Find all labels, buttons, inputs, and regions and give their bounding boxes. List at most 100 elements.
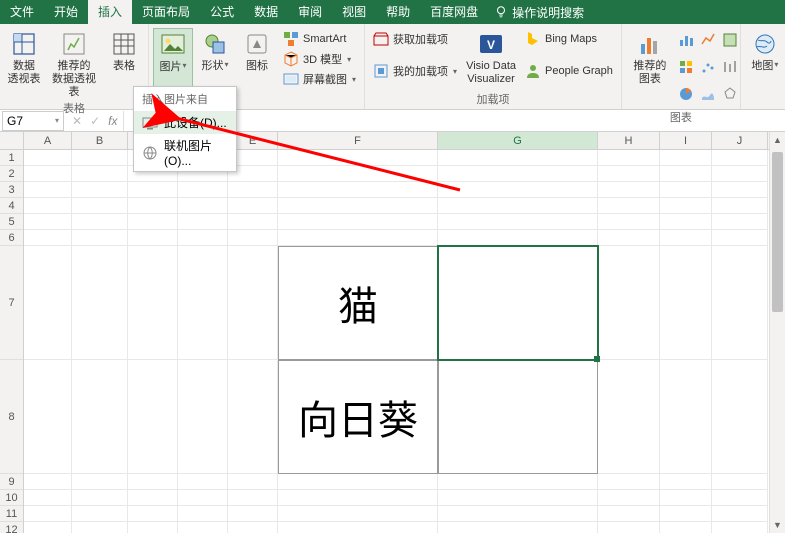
cell[interactable]: [24, 360, 72, 474]
cell[interactable]: [24, 506, 72, 522]
my-addins-button[interactable]: 我的加载项▾: [369, 62, 461, 80]
cell[interactable]: [438, 230, 598, 246]
radar-chart-icon[interactable]: [722, 86, 738, 107]
cell[interactable]: [712, 522, 768, 533]
pivot-table-button[interactable]: 数据 透视表: [4, 28, 44, 86]
cell[interactable]: [712, 490, 768, 506]
cell[interactable]: [72, 198, 128, 214]
cell[interactable]: [278, 230, 438, 246]
cell[interactable]: [438, 246, 598, 360]
visio-visualizer-button[interactable]: V Visio Data Visualizer: [463, 28, 519, 86]
cell[interactable]: [72, 490, 128, 506]
cell[interactable]: [660, 522, 712, 533]
cell[interactable]: [24, 166, 72, 182]
cell[interactable]: [598, 182, 660, 198]
row-header[interactable]: 2: [0, 166, 23, 182]
menu-tab-pagelayout[interactable]: 页面布局: [132, 0, 200, 24]
menu-tab-baidu[interactable]: 百度网盘: [420, 0, 488, 24]
row-header[interactable]: 10: [0, 490, 23, 506]
cell[interactable]: [660, 214, 712, 230]
cell[interactable]: [712, 230, 768, 246]
cell[interactable]: [24, 198, 72, 214]
cell[interactable]: [598, 360, 660, 474]
select-all-corner[interactable]: [0, 132, 24, 149]
tell-me-search[interactable]: 操作说明搜索: [494, 4, 584, 21]
dropdown-item-this-device[interactable]: 此设备(D)...: [134, 111, 236, 134]
column-header[interactable]: F: [278, 132, 438, 149]
cell[interactable]: [228, 360, 278, 474]
cell[interactable]: [178, 490, 228, 506]
cell[interactable]: [178, 230, 228, 246]
cell[interactable]: [228, 182, 278, 198]
name-box[interactable]: G7 ▾: [2, 111, 64, 131]
cell[interactable]: [228, 198, 278, 214]
cell[interactable]: [72, 522, 128, 533]
row-header[interactable]: 3: [0, 182, 23, 198]
cell[interactable]: [228, 246, 278, 360]
selection-handle[interactable]: [594, 356, 600, 362]
cell[interactable]: [278, 490, 438, 506]
row-header[interactable]: 8: [0, 360, 23, 474]
menu-tab-home[interactable]: 开始: [44, 0, 88, 24]
screenshot-button[interactable]: 屏幕截图▾: [279, 70, 360, 88]
cell[interactable]: [278, 150, 438, 166]
cell[interactable]: [438, 490, 598, 506]
cell[interactable]: [660, 150, 712, 166]
cell[interactable]: [178, 182, 228, 198]
cell[interactable]: [438, 198, 598, 214]
cell[interactable]: [178, 214, 228, 230]
get-addins-button[interactable]: 获取加载项: [369, 30, 461, 48]
row-header[interactable]: 9: [0, 474, 23, 490]
cell[interactable]: [712, 166, 768, 182]
cell[interactable]: [660, 246, 712, 360]
row-header[interactable]: 12: [0, 522, 23, 533]
cell[interactable]: [712, 198, 768, 214]
cell[interactable]: [128, 198, 178, 214]
cell[interactable]: [278, 506, 438, 522]
cell[interactable]: [712, 182, 768, 198]
cell[interactable]: [660, 506, 712, 522]
cell[interactable]: [278, 198, 438, 214]
cell[interactable]: [24, 246, 72, 360]
menu-tab-view[interactable]: 视图: [332, 0, 376, 24]
column-header[interactable]: A: [24, 132, 72, 149]
cell[interactable]: [598, 150, 660, 166]
insert-function-button[interactable]: fx: [108, 114, 117, 128]
formula-enter-button[interactable]: ✓: [90, 114, 100, 128]
cell[interactable]: [438, 182, 598, 198]
cell[interactable]: [278, 214, 438, 230]
scatter-chart-icon[interactable]: [700, 59, 716, 80]
cell[interactable]: [438, 522, 598, 533]
cell[interactable]: [278, 474, 438, 490]
cell[interactable]: [72, 474, 128, 490]
cell[interactable]: [438, 474, 598, 490]
cell[interactable]: [178, 506, 228, 522]
menu-tab-insert[interactable]: 插入: [88, 0, 132, 24]
cell[interactable]: [228, 522, 278, 533]
cell[interactable]: [24, 182, 72, 198]
cell[interactable]: [660, 474, 712, 490]
scroll-thumb[interactable]: [772, 152, 783, 312]
menu-tab-file[interactable]: 文件: [0, 0, 44, 24]
menu-tab-formulas[interactable]: 公式: [200, 0, 244, 24]
cell[interactable]: [278, 166, 438, 182]
column-header[interactable]: J: [712, 132, 768, 149]
cell[interactable]: [660, 490, 712, 506]
menu-tab-data[interactable]: 数据: [244, 0, 288, 24]
cell[interactable]: [712, 506, 768, 522]
cell[interactable]: [660, 230, 712, 246]
cell[interactable]: 猫: [278, 246, 438, 360]
cell[interactable]: [128, 182, 178, 198]
cell[interactable]: [712, 246, 768, 360]
dropdown-item-online[interactable]: 联机图片(O)...: [134, 134, 236, 171]
scroll-down-button[interactable]: ▼: [770, 517, 785, 533]
cell[interactable]: [278, 182, 438, 198]
cell[interactable]: [712, 360, 768, 474]
cell[interactable]: [72, 506, 128, 522]
recommended-pivot-button[interactable]: 推荐的 数据透视表: [46, 28, 102, 100]
cell[interactable]: [228, 506, 278, 522]
cell[interactable]: [228, 230, 278, 246]
cell[interactable]: [660, 182, 712, 198]
column-header[interactable]: G: [438, 132, 598, 149]
row-header[interactable]: 11: [0, 506, 23, 522]
